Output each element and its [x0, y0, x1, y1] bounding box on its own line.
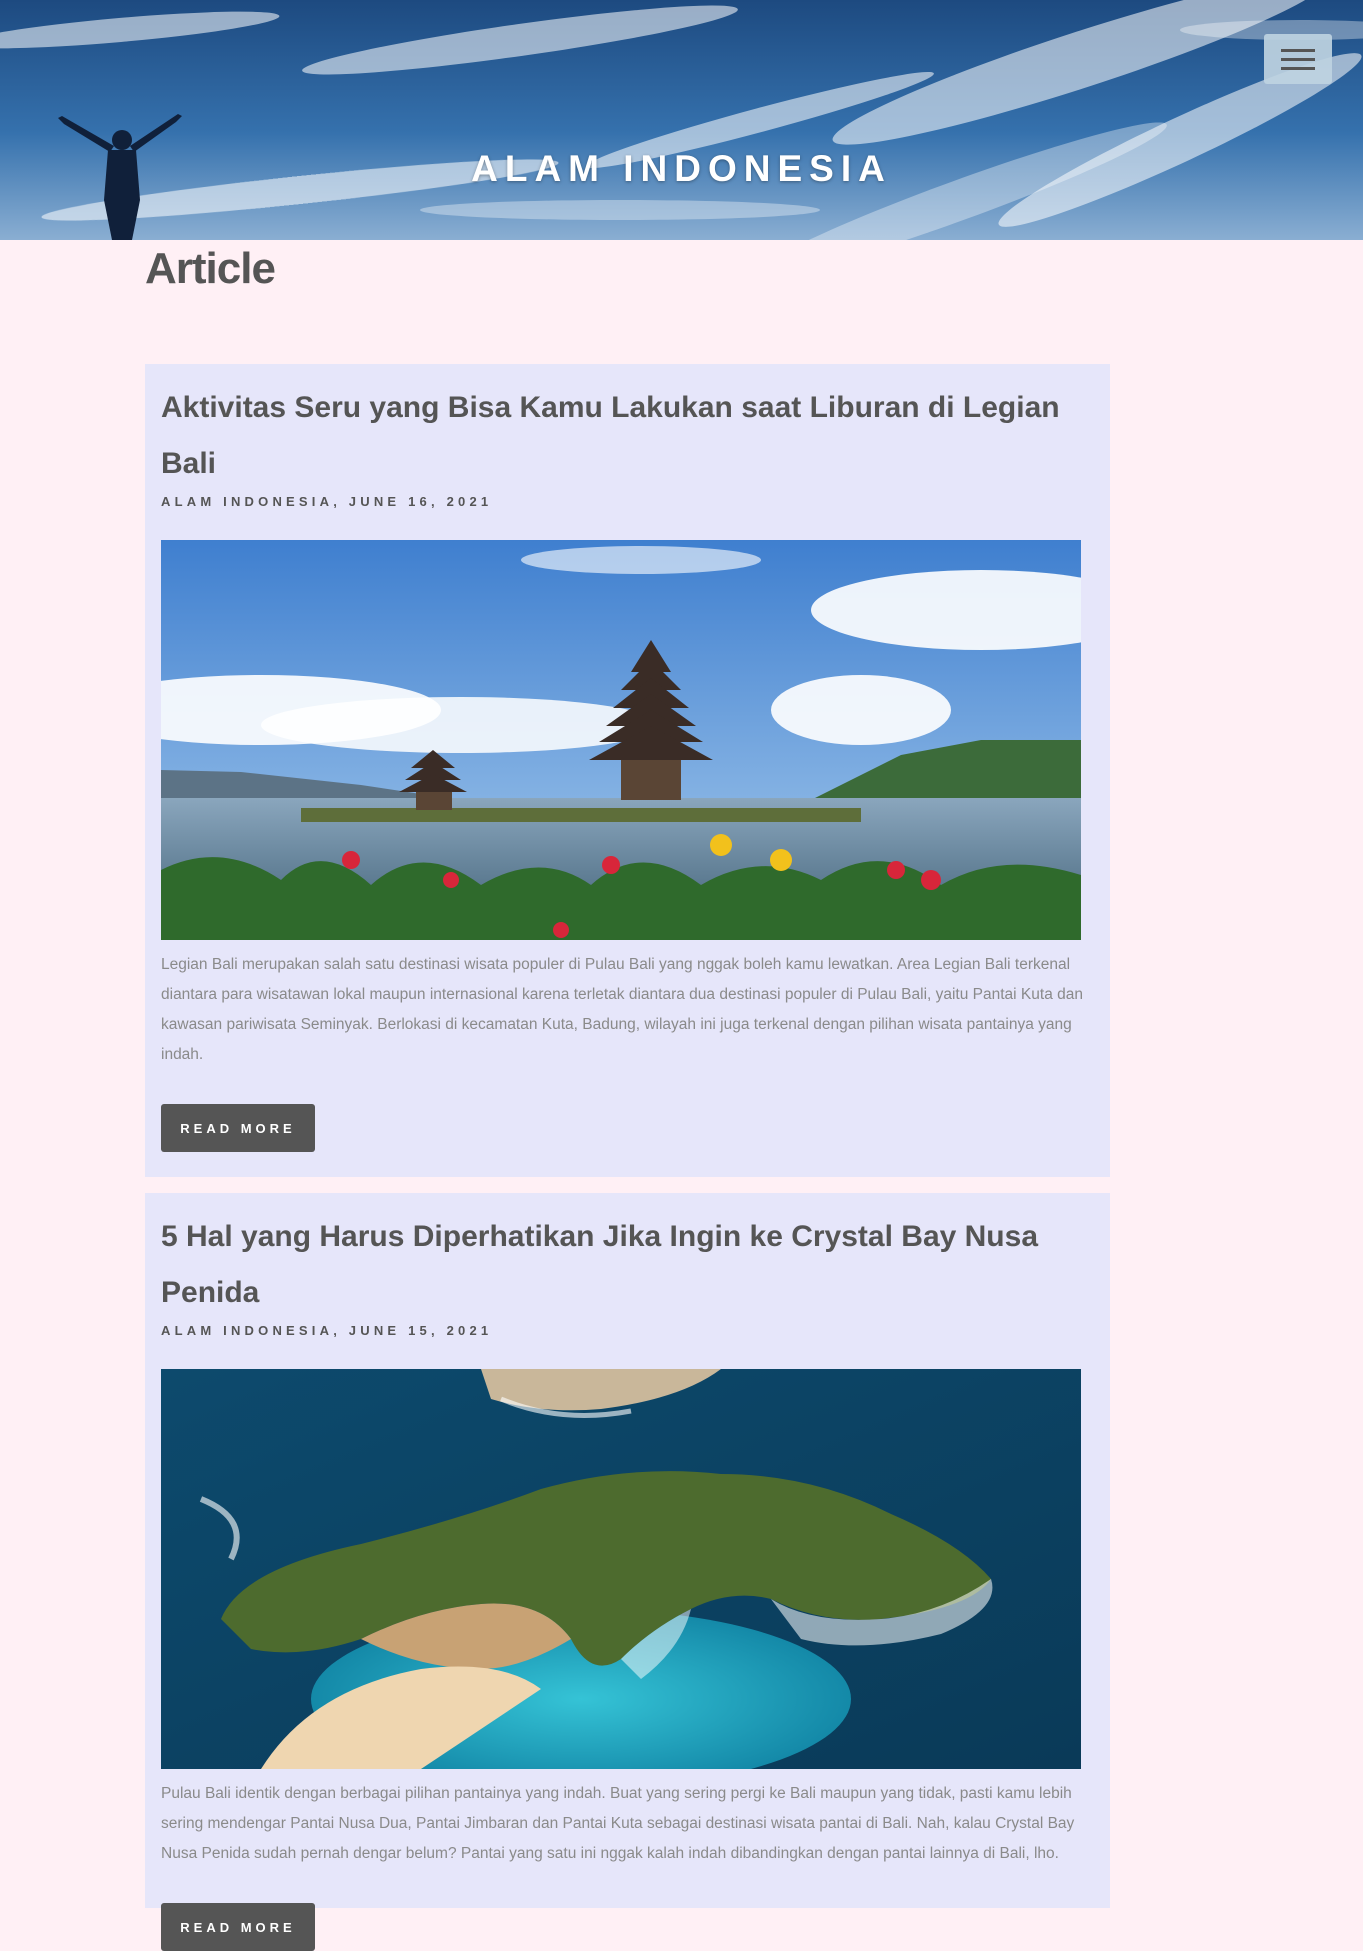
article-title[interactable]: 5 Hal yang Harus Diperhatikan Jika Ingin… [161, 1209, 1091, 1321]
hamburger-menu-icon-bar [1281, 57, 1315, 61]
site-title[interactable]: ALAM INDONESIA [0, 148, 1363, 190]
page-title: Article [145, 244, 276, 293]
article-card: 5 Hal yang Harus Diperhatikan Jika Ingin… [145, 1193, 1110, 1951]
article-excerpt: Legian Bali merupakan salah satu destina… [161, 956, 1083, 1063]
article-title[interactable]: Aktivitas Seru yang Bisa Kamu Lakukan sa… [161, 380, 1091, 492]
article-image-crystal-bay[interactable] [161, 1369, 1081, 1769]
hero-banner: ALAM INDONESIA [0, 0, 1363, 240]
article-image-bali-temple[interactable] [161, 540, 1081, 940]
hamburger-menu-icon-bar [1281, 66, 1315, 70]
article-excerpt: Pulau Bali identik dengan berbagai pilih… [161, 1785, 1075, 1862]
hamburger-menu-button[interactable] [1264, 34, 1332, 84]
hamburger-menu-icon [1281, 48, 1315, 52]
article-meta: ALAM INDONESIA, JUNE 16, 2021 [161, 494, 493, 509]
read-more-button[interactable]: READ MORE [161, 1903, 315, 1951]
sky-background-image [0, 0, 1363, 240]
article-card: Aktivitas Seru yang Bisa Kamu Lakukan sa… [145, 364, 1110, 1177]
read-more-button[interactable]: READ MORE [161, 1104, 315, 1152]
article-meta: ALAM INDONESIA, JUNE 15, 2021 [161, 1323, 493, 1338]
